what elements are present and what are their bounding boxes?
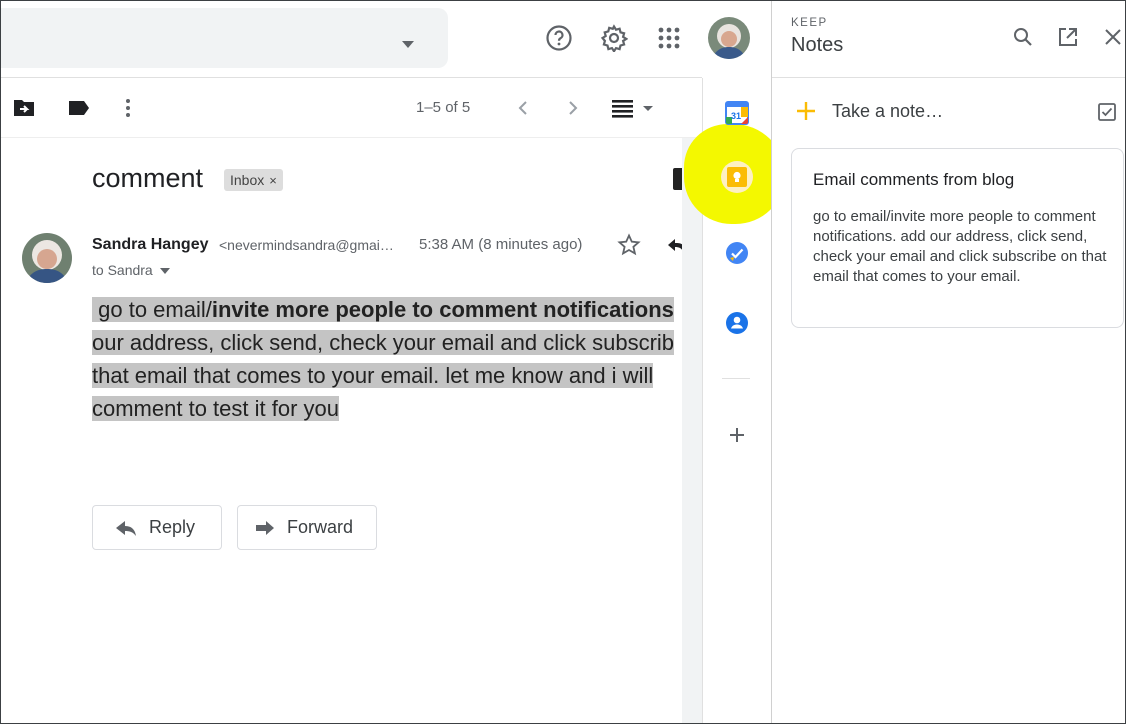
search-icon[interactable] (1011, 25, 1035, 49)
close-icon[interactable] (1101, 25, 1125, 49)
recipient-text: to Sandra (92, 262, 153, 278)
note-card[interactable]: Email comments from blog go to email/inv… (791, 148, 1124, 328)
body-line-1b: invite more people to comment notificati… (211, 297, 674, 322)
chevron-right-icon[interactable] (559, 94, 587, 122)
search-options-caret-icon[interactable] (402, 41, 414, 48)
forward-button-label: Forward (287, 517, 354, 537)
forward-arrow-icon (256, 520, 274, 535)
open-in-new-tab-icon[interactable] (1056, 25, 1080, 49)
chevron-left-icon[interactable] (509, 94, 537, 122)
toolbar-divider (0, 137, 702, 138)
message-timestamp: 5:38 AM (8 minutes ago) (419, 236, 583, 253)
take-a-note-input[interactable]: Take a note… (832, 101, 943, 122)
reply-button[interactable]: Reply (92, 505, 222, 550)
tasks-icon[interactable] (724, 240, 750, 266)
density-menu-icon[interactable] (612, 94, 656, 122)
email-body: go to email/invite more people to commen… (92, 293, 692, 425)
star-icon[interactable] (617, 233, 641, 262)
email-subject: comment (92, 163, 204, 193)
help-icon[interactable] (541, 20, 577, 56)
remove-label-icon[interactable]: × (269, 173, 277, 188)
body-line-3: that email that comes to your email. let… (92, 363, 654, 388)
settings-gear-icon[interactable] (596, 20, 632, 56)
inbox-label-chip[interactable]: Inbox × (224, 169, 283, 191)
keep-app-label: KEEP (791, 17, 828, 29)
move-to-icon[interactable] (10, 94, 38, 122)
more-options-icon[interactable] (114, 94, 142, 122)
pager-count: 1–5 of 5 (416, 99, 471, 116)
keep-header-divider (772, 77, 1126, 78)
new-list-checkbox-icon[interactable] (1097, 102, 1117, 127)
calendar-day-number: 31 (731, 111, 741, 121)
contacts-icon[interactable] (724, 310, 750, 336)
forward-button[interactable]: Forward (237, 505, 377, 550)
keep-panel-title: Notes (791, 34, 844, 56)
message-scrollbar-track[interactable] (682, 138, 702, 724)
note-body: go to email/invite more people to commen… (813, 208, 1107, 285)
account-avatar[interactable] (708, 17, 750, 59)
apps-grid-icon[interactable] (651, 20, 687, 56)
note-title: Email comments from blog (813, 170, 1015, 189)
sender-name: Sandra Hangey (92, 236, 209, 253)
body-line-1a: go to email/ (98, 297, 212, 322)
reply-icon[interactable] (667, 236, 683, 259)
keep-panel (771, 0, 1126, 724)
rail-divider (722, 378, 750, 379)
body-line-2: our address, click send, check your emai… (92, 330, 675, 355)
header-divider (0, 77, 702, 78)
body-line-4: comment to test it for you (92, 396, 339, 421)
recipient-details-caret-icon[interactable] (159, 268, 170, 275)
reply-button-label: Reply (149, 517, 196, 537)
keep-icon[interactable] (721, 161, 753, 193)
add-addon-plus-icon[interactable] (724, 422, 750, 448)
calendar-icon[interactable]: 31 (724, 100, 750, 126)
label-tag-icon[interactable] (65, 94, 93, 122)
search-bar[interactable] (0, 8, 448, 68)
inbox-label-text: Inbox (230, 172, 265, 188)
sender-email: <nevermindsandra@gmai… (219, 237, 394, 253)
sender-avatar (22, 233, 72, 283)
reply-arrow-icon (116, 520, 136, 536)
recipient-line[interactable]: to Sandra (92, 262, 170, 278)
add-note-plus-icon[interactable] (795, 100, 817, 127)
